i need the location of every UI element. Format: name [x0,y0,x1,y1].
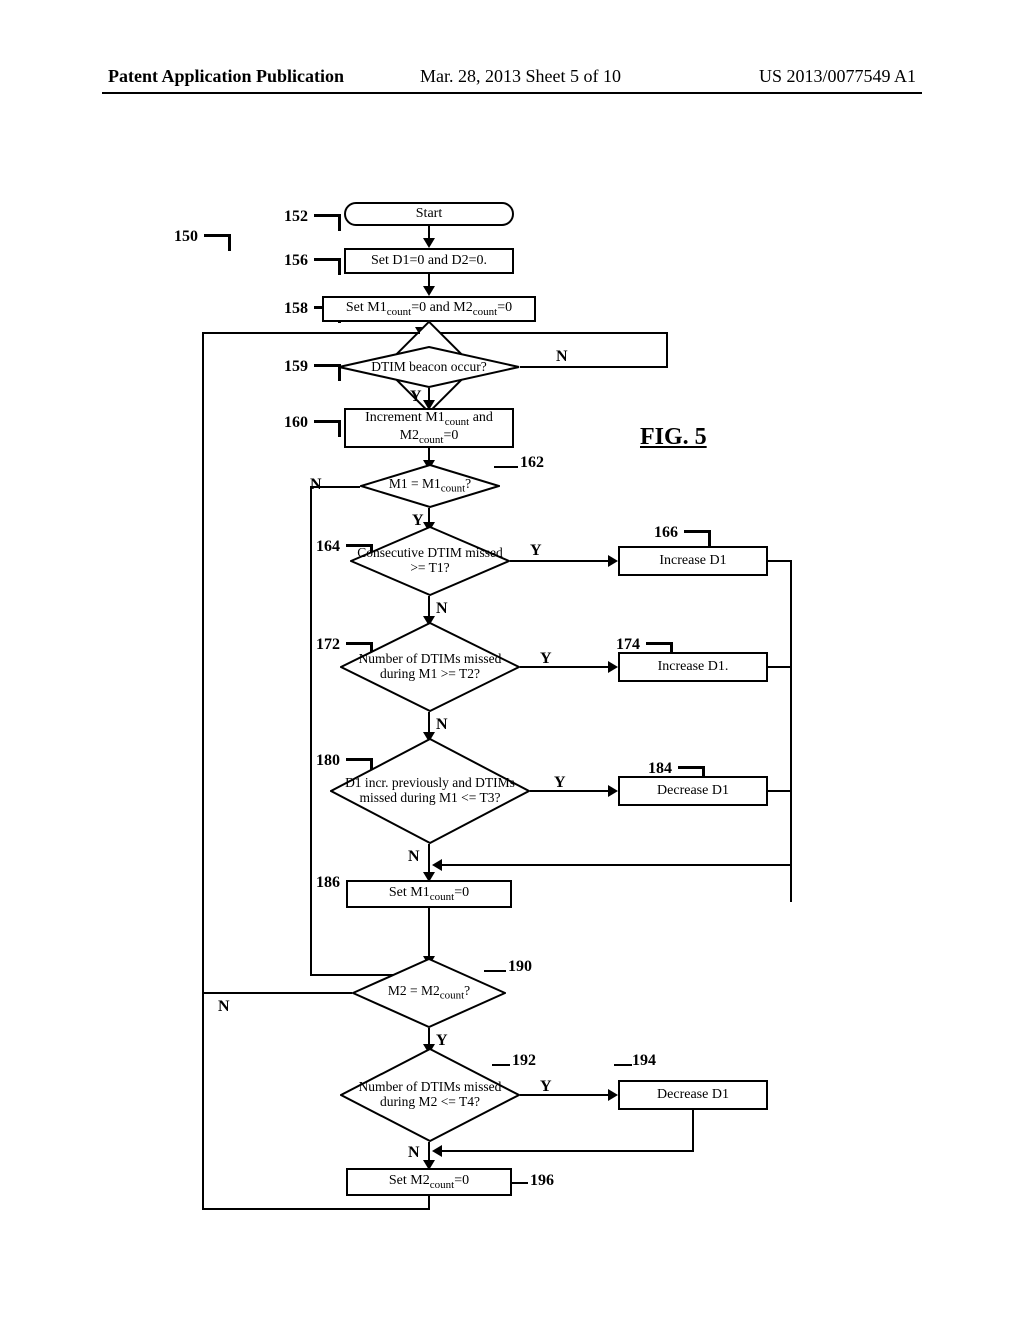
ref-164: 164 [316,538,340,556]
node-164: Consecutive DTIM missed >= T1? [350,526,510,596]
ref-159: 159 [284,358,308,376]
ref-150: 150 [174,228,198,246]
edge-159-y: Y [410,388,422,406]
ref-152: 152 [284,208,308,226]
ref-190: 190 [508,958,532,976]
ref-196: 196 [530,1172,554,1190]
node-184: Decrease D1 [618,776,768,806]
edge-180-n: N [408,848,420,866]
leader-166 [684,530,711,547]
node-158: Set M1count=0 and M2count=0 [322,296,536,322]
leader-159 [314,364,341,381]
node-192: Number of DTIMs missed during M2 <= T4? [340,1048,520,1142]
node-186: Set M1count=0 [346,880,512,908]
node-180: D1 incr. previously and DTIMs missed dur… [330,738,530,844]
node-190: M2 = M2count? [352,958,506,1028]
node-156: Set D1=0 and D2=0. [344,248,514,274]
ref-194: 194 [632,1052,656,1070]
node-174-text: Increase D1. [658,659,729,675]
node-166-text: Increase D1 [659,553,726,569]
node-194: Decrease D1 [618,1080,768,1110]
node-194-text: Decrease D1 [657,1087,729,1103]
node-174: Increase D1. [618,652,768,682]
ref-160: 160 [284,414,308,432]
edge-164-y: Y [530,542,542,560]
edge-164-n: N [436,600,448,618]
node-159: DTIM beacon occur? [338,346,520,388]
node-start: Start [344,202,514,226]
ref-158: 158 [284,300,308,318]
leader-152 [314,214,341,231]
edge-190-n: N [218,998,230,1016]
node-160-text: Increment M1count and M2count=0 [352,410,506,447]
leader-150 [204,234,231,251]
node-158-text: Set M1count=0 and M2count=0 [346,300,512,318]
edge-192-n: N [408,1144,420,1162]
ref-162: 162 [520,454,544,472]
leader-160 [314,420,341,437]
edge-172-n: N [436,716,448,734]
node-196-text: Set M2count=0 [389,1173,469,1191]
ref-166: 166 [654,524,678,542]
leader-156 [314,258,341,275]
node-196: Set M2count=0 [346,1168,512,1196]
node-156-text: Set D1=0 and D2=0. [371,253,487,269]
node-162: M1 = M1count? [360,464,500,508]
ref-156: 156 [284,252,308,270]
ref-186: 186 [316,874,340,892]
edge-159-n: N [556,348,568,366]
node-start-text: Start [416,206,442,222]
node-166: Increase D1 [618,546,768,576]
node-160: Increment M1count and M2count=0 [344,408,514,448]
node-186-text: Set M1count=0 [389,885,469,903]
flowchart: 150 152 Start 156 Set D1=0 and D2=0. 158… [0,0,1024,1320]
ref-172: 172 [316,636,340,654]
node-184-text: Decrease D1 [657,783,729,799]
node-172: Number of DTIMs missed during M1 >= T2? [340,622,520,712]
